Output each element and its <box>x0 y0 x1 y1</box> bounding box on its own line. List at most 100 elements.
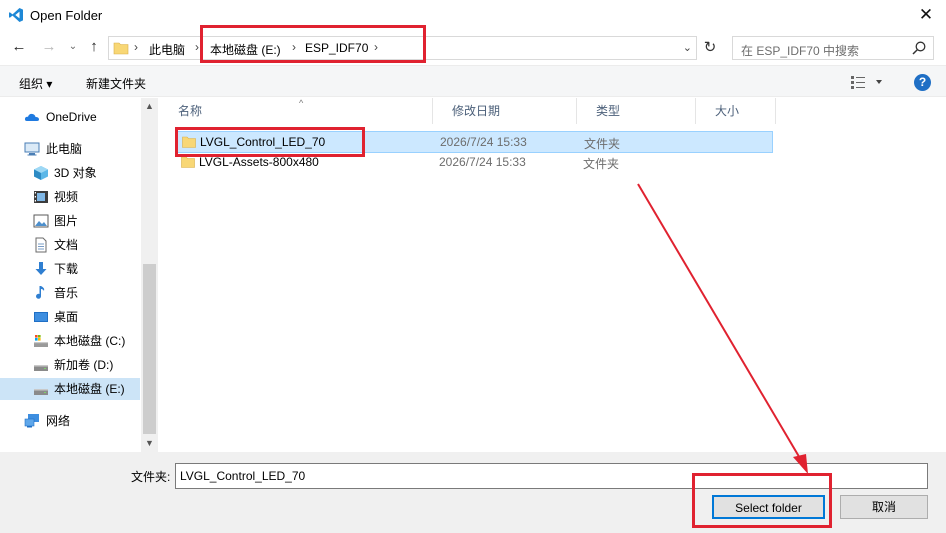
column-header-size[interactable]: 大小 <box>696 98 776 124</box>
search-placeholder: 在 ESP_IDF70 中搜索 <box>741 44 860 58</box>
organize-menu-button[interactable]: 组织 ▾ <box>19 75 52 92</box>
file-type: 文件夹 <box>583 157 620 171</box>
bottom-pane: 文件夹: LVGL_Control_LED_70 Select folder 取… <box>0 452 946 533</box>
column-header-label: 名称 <box>178 104 203 118</box>
column-header-label: 大小 <box>715 104 740 118</box>
sidebar-item-label: 新加卷 (D:) <box>54 358 114 372</box>
sidebar-item-label: 本地磁盘 (C:) <box>54 334 126 348</box>
back-button[interactable]: ← <box>10 38 28 56</box>
column-header-label: 类型 <box>596 104 621 118</box>
address-dropdown-icon[interactable]: ⌄ <box>683 41 692 54</box>
sidebar-item-drive-c[interactable]: 本地磁盘 (C:) <box>0 330 140 352</box>
music-icon <box>36 286 45 299</box>
help-button[interactable]: ? <box>914 74 931 91</box>
sidebar-item-label: 桌面 <box>54 310 79 324</box>
refresh-button[interactable]: ↻ <box>700 36 720 60</box>
file-row[interactable]: LVGL_Control_LED_70 2026/7/24 15:33 文件夹 <box>177 131 773 153</box>
breadcrumb-esp-idf70[interactable]: ESP_IDF70 <box>305 41 368 55</box>
column-header-date[interactable]: 修改日期 <box>433 98 577 124</box>
sidebar-item-label: 文档 <box>54 238 79 252</box>
folder-name-label: 文件夹: <box>131 470 171 484</box>
scroll-up-icon[interactable]: ▲ <box>141 98 158 115</box>
up-arrow-icon: ↑ <box>90 38 98 55</box>
network-icon <box>24 414 39 428</box>
downloads-icon <box>35 262 47 275</box>
select-folder-button[interactable]: Select folder <box>712 495 825 519</box>
window-title: Open Folder <box>30 8 103 23</box>
sidebar-item-music[interactable]: 音乐 <box>0 282 140 304</box>
file-name: LVGL_Control_LED_70 <box>200 135 326 149</box>
3d-objects-icon <box>34 166 48 180</box>
back-arrow-icon: ← <box>11 38 27 55</box>
sidebar-item-network[interactable]: 网络 <box>0 410 140 432</box>
sidebar-item-documents[interactable]: 文档 <box>0 234 140 256</box>
scroll-down-icon[interactable]: ▼ <box>141 435 158 452</box>
drive-e-icon <box>34 389 48 395</box>
search-input[interactable]: 在 ESP_IDF70 中搜索 <box>732 36 934 60</box>
sidebar-item-3d-objects[interactable]: 3D 对象 <box>0 162 140 184</box>
sidebar-item-desktop[interactable]: 桌面 <box>0 306 140 328</box>
sidebar-item-label: 3D 对象 <box>54 166 97 180</box>
breadcrumb-drive-e[interactable]: 本地磁盘 (E:) <box>210 41 281 58</box>
vscode-logo-icon <box>9 8 23 22</box>
command-toolbar: 组织 ▾ 新建文件夹 ? <box>0 65 946 97</box>
folder-name-input[interactable]: LVGL_Control_LED_70 <box>175 463 928 489</box>
sidebar-item-label: 下载 <box>54 262 79 276</box>
sidebar-item-pictures[interactable]: 图片 <box>0 210 140 232</box>
sidebar-scrollbar[interactable]: ▲ ▼ <box>141 98 158 452</box>
documents-icon <box>35 237 47 253</box>
drive-d-icon <box>34 365 48 371</box>
close-icon: ✕ <box>918 5 934 24</box>
file-row[interactable]: LVGL-Assets-800x480 2026/7/24 15:33 文件夹 <box>177 152 773 174</box>
sidebar-item-onedrive[interactable]: OneDrive <box>0 106 140 128</box>
file-list-pane: 名称 ^ 修改日期 类型 大小 LVGL_Control_LED_70 2026… <box>159 98 946 452</box>
column-header-name[interactable]: 名称 ^ <box>159 98 433 124</box>
close-button[interactable]: ✕ <box>914 4 938 26</box>
forward-button[interactable]: → <box>40 38 58 56</box>
help-icon: ? <box>918 75 927 89</box>
sidebar-item-label: 视频 <box>54 190 79 204</box>
desktop-icon <box>34 312 48 322</box>
pictures-icon <box>33 214 49 228</box>
navigation-pane: OneDrive 此电脑 3D 对象 视频 图片 文档 下载 音乐 桌面 本地磁… <box>0 98 158 452</box>
sidebar-item-drive-d[interactable]: 新加卷 (D:) <box>0 354 140 376</box>
view-options-icon[interactable] <box>850 74 886 90</box>
file-type: 文件夹 <box>584 137 621 151</box>
cancel-button[interactable]: 取消 <box>840 495 928 519</box>
sidebar-item-downloads[interactable]: 下载 <box>0 258 140 280</box>
sidebar-item-videos[interactable]: 视频 <box>0 186 140 208</box>
sidebar-item-label: OneDrive <box>46 110 97 124</box>
sidebar-item-label: 此电脑 <box>46 142 83 156</box>
chevron-down-icon: ⌄ <box>68 41 78 52</box>
new-folder-button[interactable]: 新建文件夹 <box>86 75 146 92</box>
drive-c-icon <box>34 335 48 347</box>
sidebar-item-label: 图片 <box>54 214 79 228</box>
refresh-icon: ↻ <box>703 39 717 56</box>
computer-icon <box>24 142 40 156</box>
folder-icon <box>182 136 196 148</box>
breadcrumb-separator: › <box>195 40 199 54</box>
column-header-label: 修改日期 <box>452 104 501 118</box>
breadcrumb-this-pc[interactable]: 此电脑 <box>149 41 185 58</box>
recent-locations-button[interactable]: ⌄ <box>64 38 82 56</box>
sidebar-item-label: 本地磁盘 (E:) <box>54 382 125 396</box>
sidebar-item-this-pc[interactable]: 此电脑 <box>0 138 140 160</box>
title-bar: Open Folder ✕ <box>0 0 946 31</box>
scroll-thumb[interactable] <box>143 264 156 434</box>
navigation-bar: ← → ⌄ ↑ › 此电脑 › 本地磁盘 (E:) › ESP_IDF70 › … <box>0 31 946 65</box>
breadcrumb-separator: › <box>292 40 296 54</box>
breadcrumb-separator: › <box>134 40 138 54</box>
sort-ascending-icon: ^ <box>299 98 304 108</box>
up-button[interactable]: ↑ <box>85 38 103 56</box>
forward-arrow-icon: → <box>41 38 57 55</box>
sidebar-item-drive-e[interactable]: 本地磁盘 (E:) <box>0 378 140 400</box>
video-icon <box>34 191 48 203</box>
sidebar-item-label: 网络 <box>46 414 71 428</box>
address-bar[interactable]: › 此电脑 › 本地磁盘 (E:) › ESP_IDF70 › ⌄ <box>108 36 697 60</box>
file-name: LVGL-Assets-800x480 <box>199 155 319 169</box>
file-date: 2026/7/24 15:33 <box>439 155 526 169</box>
column-header-type[interactable]: 类型 <box>577 98 696 124</box>
search-icon <box>912 41 926 55</box>
sidebar-item-label: 音乐 <box>54 286 79 300</box>
file-date: 2026/7/24 15:33 <box>440 135 527 149</box>
